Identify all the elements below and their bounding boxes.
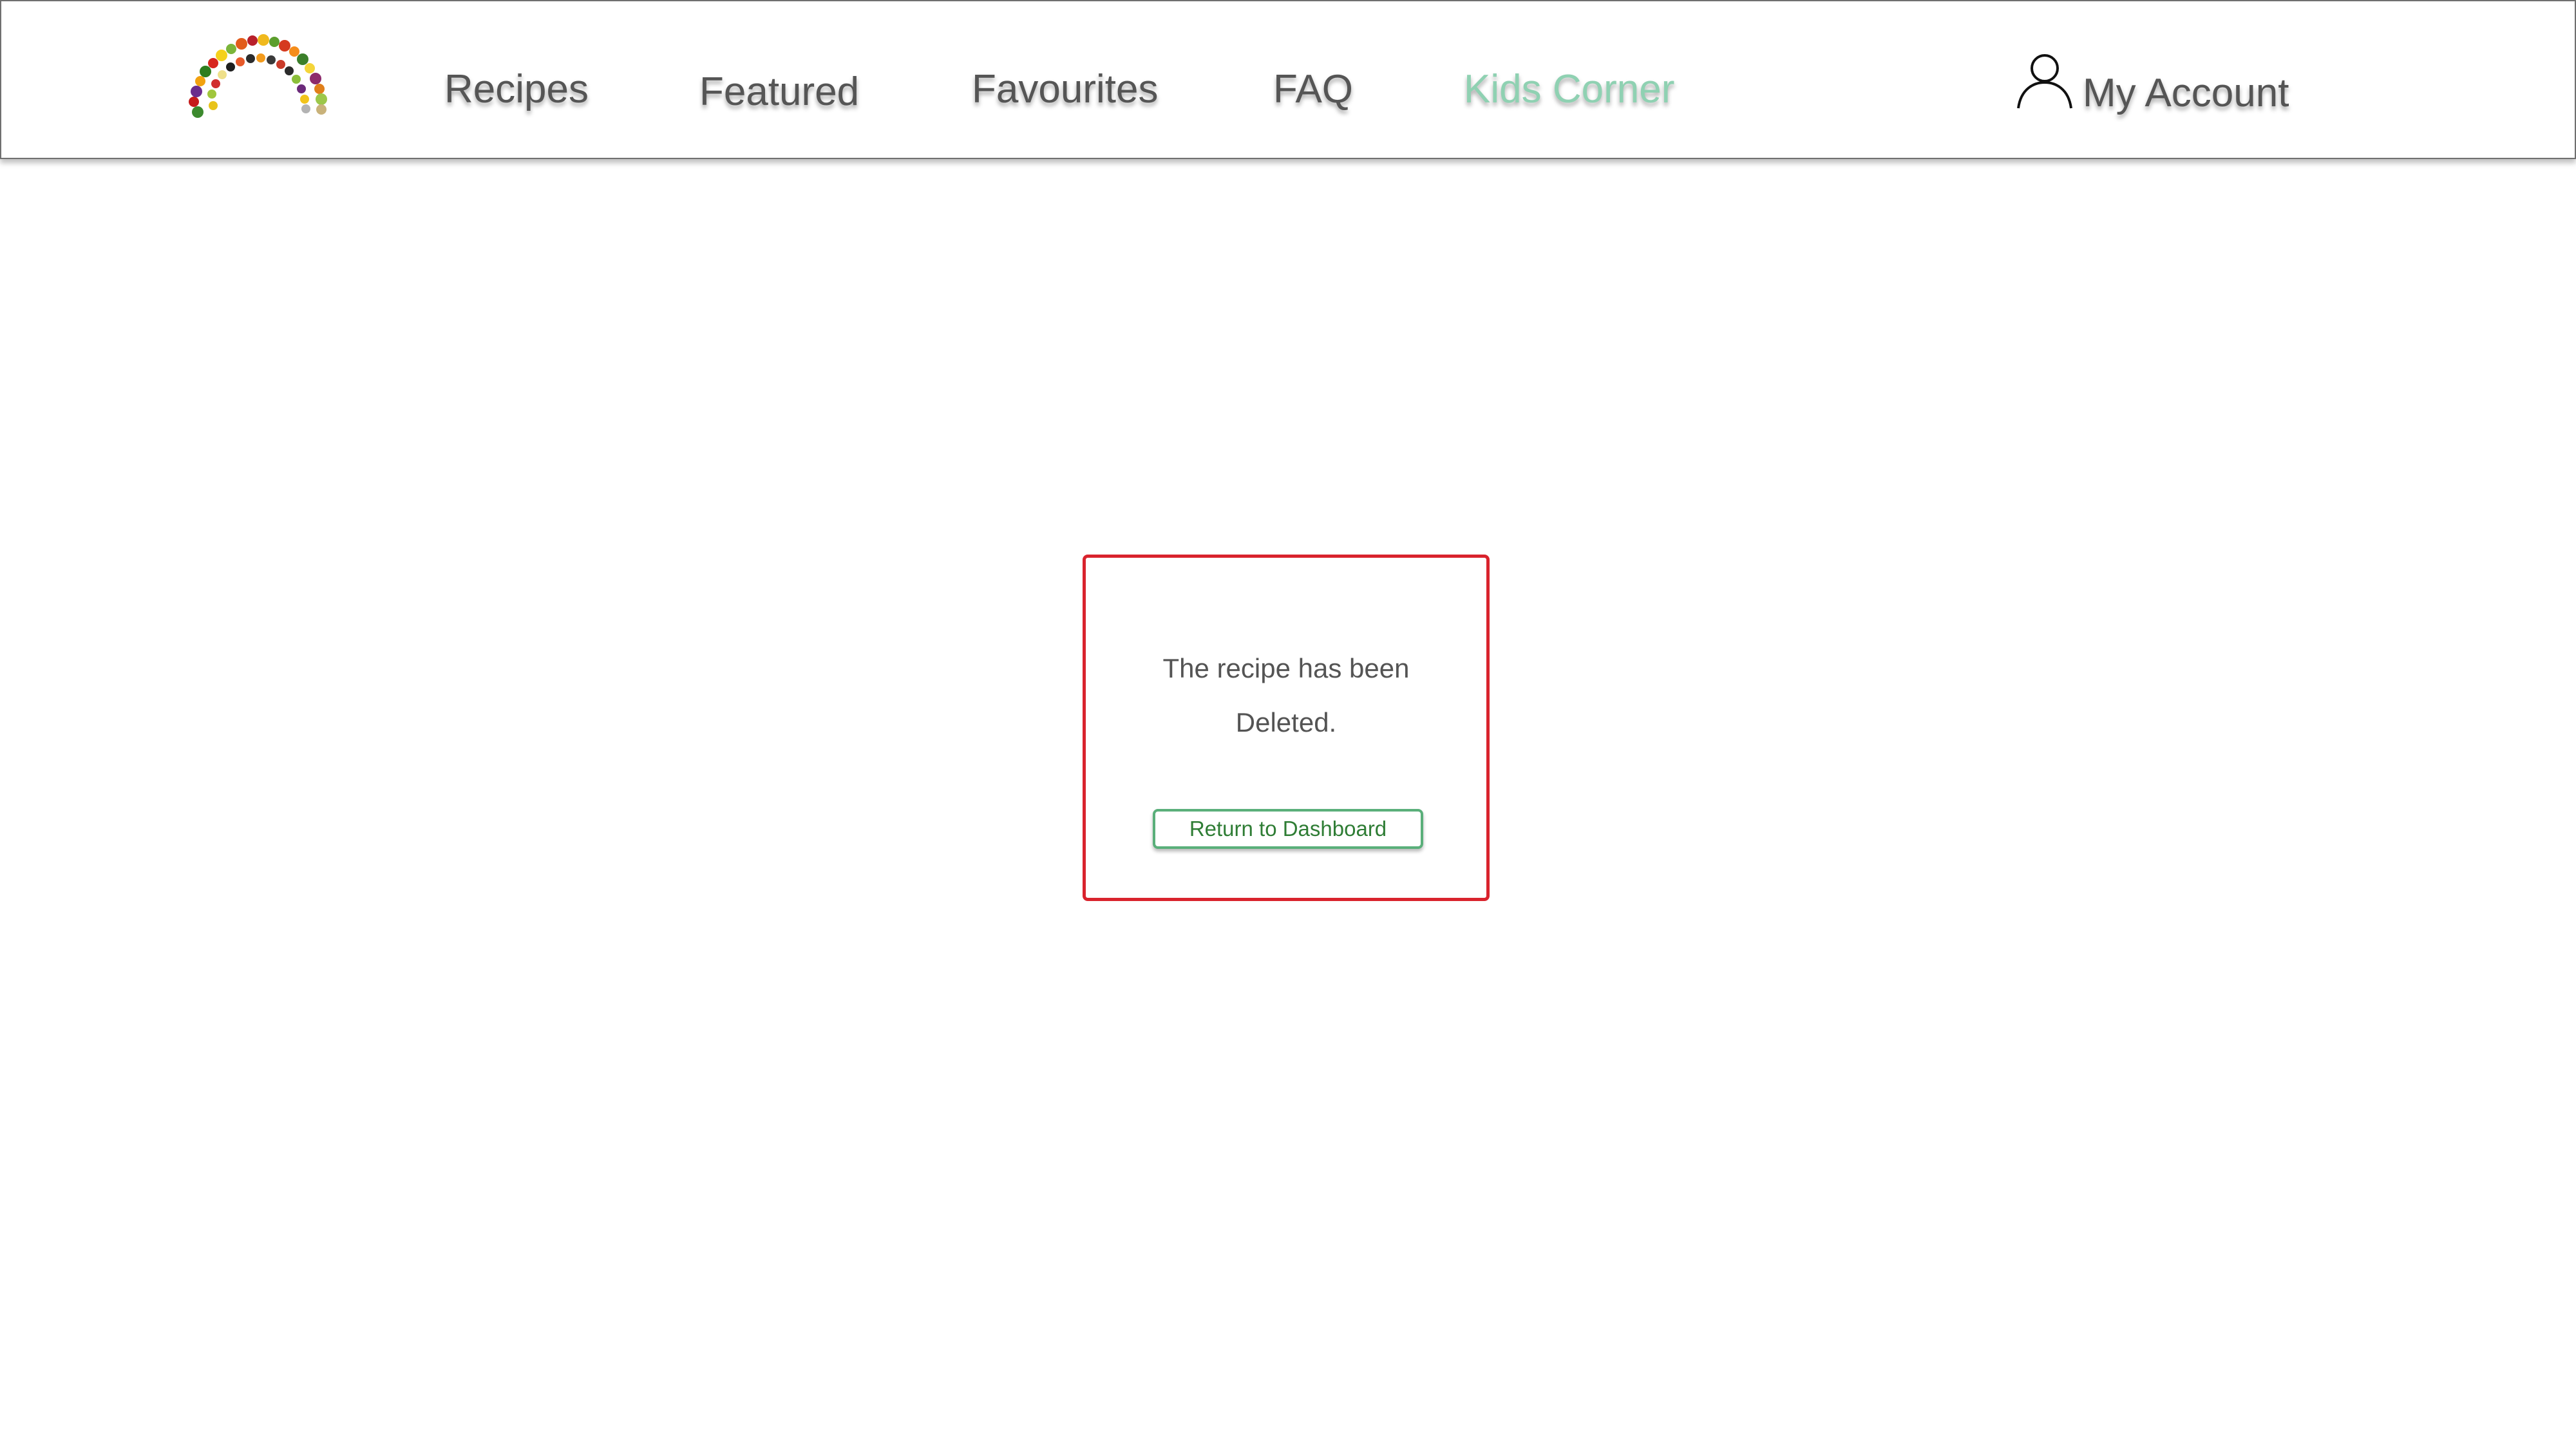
dialog-message: The recipe has been Deleted. bbox=[1086, 641, 1486, 750]
user-icon bbox=[2017, 54, 2072, 109]
nav-favourites[interactable]: Favourites bbox=[972, 70, 1158, 109]
nav-faq[interactable]: FAQ bbox=[1273, 70, 1353, 109]
dialog-message-line-1: The recipe has been bbox=[1162, 653, 1410, 683]
my-account-link[interactable]: My Account bbox=[2014, 46, 2289, 124]
nav-kids-corner[interactable]: Kids Corner bbox=[1464, 70, 1674, 109]
fruit-vegetable-rainbow-logo-icon[interactable] bbox=[185, 30, 330, 120]
my-account-label: My Account bbox=[2083, 70, 2289, 115]
nav-featured[interactable]: Featured bbox=[699, 72, 859, 112]
top-nav-bar: Recipes Featured Favourites FAQ Kids Cor… bbox=[0, 0, 2576, 159]
nav-recipes[interactable]: Recipes bbox=[444, 70, 589, 109]
deleted-confirmation-dialog: The recipe has been Deleted. Return to D… bbox=[1083, 555, 1490, 901]
return-to-dashboard-button[interactable]: Return to Dashboard bbox=[1153, 809, 1423, 849]
dialog-message-line-2: Deleted. bbox=[1235, 707, 1337, 737]
page: Recipes Featured Favourites FAQ Kids Cor… bbox=[0, 0, 2576, 1444]
